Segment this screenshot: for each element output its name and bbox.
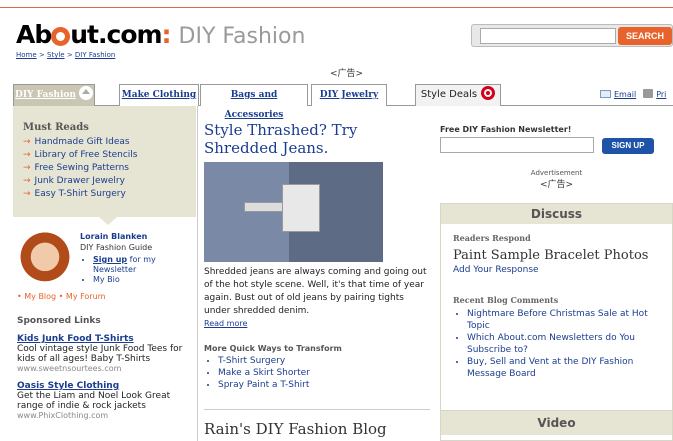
breadcrumb-diy-fashion[interactable]: DIY Fashion — [75, 51, 115, 59]
more-ways-list: T-Shirt Surgery Make a Skirt Shorter Spr… — [218, 355, 430, 391]
tab-label: DIY Fashion — [15, 90, 76, 100]
more-ways-item[interactable]: Make a Skirt Shorter — [218, 367, 430, 379]
discuss-box: Discuss Readers Respond Paint Sample Bra… — [440, 203, 673, 441]
tab-bags-and-accessories[interactable]: Bags and Accessories — [200, 84, 308, 120]
recent-comment-item[interactable]: Buy, Sell and Vent at the DIY Fashion Me… — [467, 356, 660, 380]
breadcrumb-home[interactable]: Home — [16, 51, 37, 59]
breadcrumb: Home > Style > DIY Fashion — [16, 51, 115, 59]
email-link[interactable]: Email — [614, 90, 636, 99]
right-column: Free DIY Fashion Newsletter! SIGN UP Adv… — [440, 125, 673, 190]
logo-o-icon — [51, 27, 71, 46]
sponsored-desc: Cool vintage style Junk Food Tees for ki… — [17, 344, 183, 364]
logo-site-name: DIY Fashion — [171, 24, 306, 49]
sponsored-item: Oasis Style Clothing Get the Liam and No… — [17, 381, 195, 420]
search-button[interactable]: SEARCH — [618, 27, 672, 45]
sponsored-url[interactable]: www.sweetnsourtees.com — [17, 364, 195, 373]
must-read-item[interactable]: Junk Drawer Jewelry — [23, 175, 188, 188]
category-tabs: DIY Fashion Make Clothing Bags and Acces… — [13, 84, 673, 120]
newsletter-email-input[interactable] — [440, 137, 594, 153]
sponsored-links: Sponsored Links Kids Junk Food T-Shirts … — [17, 316, 195, 428]
more-ways-item[interactable]: T-Shirt Surgery — [218, 355, 430, 367]
must-reads-list: Handmade Gift Ideas Library of Free Sten… — [23, 136, 188, 201]
video-box: Video — [440, 410, 673, 441]
print-icon — [643, 89, 654, 98]
newsletter-signup-button[interactable]: SIGN UP — [602, 138, 654, 154]
email-icon — [600, 90, 611, 98]
video-heading: Video — [441, 411, 672, 435]
sponsored-desc: Get the Liam and Noel Look Great range o… — [17, 391, 171, 411]
breadcrumb-separator: > — [36, 51, 47, 59]
main-article: Style Thrashed? Try Shredded Jeans. Shre… — [204, 121, 430, 391]
sponsored-heading: Sponsored Links — [17, 316, 101, 326]
logo-brand-end: ut.com — [70, 20, 162, 49]
sponsored-title[interactable]: Oasis Style Clothing — [17, 381, 195, 391]
recent-comments-heading: Recent Blog Comments — [453, 295, 559, 305]
logo-colon: : — [161, 20, 172, 49]
grater-shape — [282, 184, 320, 232]
newsletter-label: Free DIY Fashion Newsletter! — [440, 125, 572, 134]
jeans-image-shade — [204, 162, 289, 262]
must-read-item[interactable]: Library of Free Stencils — [23, 149, 188, 162]
guide-role: DIY Fashion Guide — [80, 243, 153, 252]
site-logo[interactable]: Ab ut.com: DIY Fashion — [16, 20, 305, 50]
article-headline[interactable]: Style Thrashed? Try Shredded Jeans. — [204, 121, 430, 157]
newsletter-signup-link[interactable]: Sign up for my Newsletter — [93, 255, 181, 275]
more-ways-heading: More Quick Ways to Transform — [204, 344, 342, 353]
sponsored-item: Kids Junk Food T-Shirts Cool vintage sty… — [17, 334, 195, 373]
page-tools: Email Pri — [600, 89, 666, 99]
search-bar: SEARCH — [471, 24, 673, 47]
guide-avatar[interactable] — [19, 230, 71, 286]
advertisement-slot[interactable]: <广告> — [440, 177, 673, 190]
signup-link[interactable]: Sign up — [93, 255, 127, 264]
guide-profile: Lorain Blanken DIY Fashion Guide Sign up… — [13, 230, 196, 290]
target-icon — [481, 86, 496, 100]
guide-links: Sign up for my Newsletter My Bio — [93, 255, 181, 285]
left-column: Must Reads Handmade Gift Ideas Library o… — [13, 106, 196, 420]
recent-comments-list: Nightmare Before Christmas Sale at Hot T… — [467, 308, 660, 380]
recent-comment-item[interactable]: Nightmare Before Christmas Sale at Hot T… — [467, 308, 660, 332]
top-rule — [0, 7, 673, 8]
article-body: Shredded jeans are always coming and goi… — [204, 267, 427, 316]
more-ways-item[interactable]: Spray Paint a T-Shirt — [218, 379, 430, 391]
sponsored-title[interactable]: Kids Junk Food T-Shirts — [17, 334, 195, 344]
home-icon — [78, 86, 93, 100]
discuss-heading: Discuss — [441, 204, 672, 224]
top-ad[interactable]: <广告> — [330, 66, 363, 79]
sponsored-url[interactable]: www.PhixClothing.com — [17, 411, 195, 420]
tab-make-clothing[interactable]: Make Clothing — [119, 84, 199, 106]
must-read-item[interactable]: Handmade Gift Ideas — [23, 136, 188, 149]
tab-label: Style Deals — [420, 89, 478, 100]
search-input[interactable] — [480, 28, 616, 44]
must-read-item[interactable]: Easy T-Shirt Surgery — [23, 188, 188, 201]
bio-link[interactable]: My Bio — [93, 275, 181, 285]
tab-diy-fashion[interactable]: DIY Fashion — [13, 84, 95, 106]
section-divider — [204, 409, 430, 410]
guide-name[interactable]: Lorain Blanken — [80, 232, 147, 241]
add-response-link[interactable]: Add Your Response — [453, 265, 660, 275]
grater-handle-shape — [244, 202, 284, 212]
newsletter-form: SIGN UP — [440, 137, 673, 155]
read-more-link[interactable]: Read more — [204, 319, 430, 328]
must-reads-panel: Must Reads Handmade Gift Ideas Library o… — [13, 106, 196, 225]
must-reads-heading: Must Reads — [23, 122, 89, 133]
advertisement-label: Advertisement — [530, 169, 583, 177]
logo-brand-start: Ab — [16, 20, 52, 49]
readers-respond-label: Readers Respond — [453, 233, 531, 243]
breadcrumb-style[interactable]: Style — [47, 51, 65, 59]
tab-diy-jewelry[interactable]: DIY Jewelry — [311, 84, 387, 106]
tab-style-deals[interactable]: Style Deals — [415, 84, 501, 106]
breadcrumb-separator: > — [64, 51, 75, 59]
print-link[interactable]: Pri — [656, 90, 666, 99]
must-read-item[interactable]: Free Sewing Patterns — [23, 162, 188, 175]
blog-title[interactable]: Rain's DIY Fashion Blog — [204, 420, 387, 438]
recent-comment-item[interactable]: Which About.com Newsletters do You Subsc… — [467, 332, 660, 356]
column-divider — [197, 106, 198, 441]
article-photo[interactable] — [204, 162, 383, 262]
my-blog-forum-links[interactable]: • My Blog • My Forum — [17, 292, 105, 301]
discussion-topic[interactable]: Paint Sample Bracelet Photos — [453, 248, 660, 263]
